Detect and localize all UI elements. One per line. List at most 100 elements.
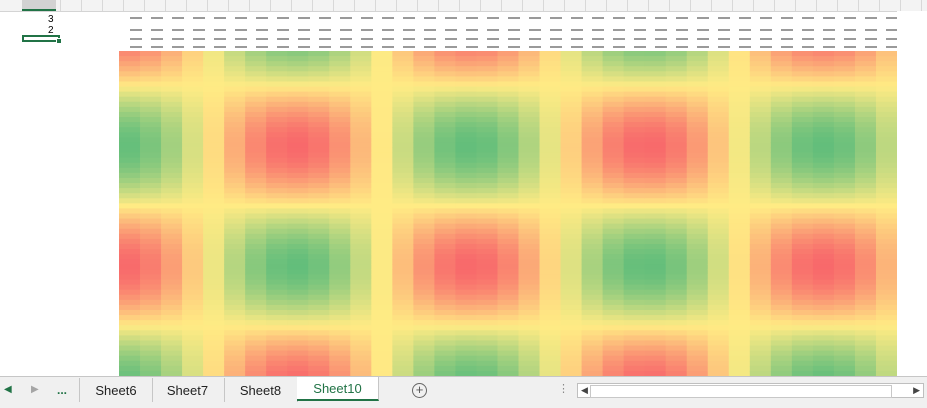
- horizontal-scrollbar[interactable]: ◀ ▶: [577, 383, 924, 398]
- heatmap-cell: [644, 117, 667, 123]
- heatmap-cell: [329, 56, 351, 62]
- heatmap-cell: [182, 335, 204, 342]
- heatmap-cell: [875, 203, 897, 210]
- heatmap-cell: [140, 152, 162, 159]
- sheet-tab[interactable]: Sheet7: [151, 378, 225, 402]
- heatmap-cell: [182, 284, 204, 291]
- heatmap-cell: [182, 152, 204, 159]
- cell-value: [340, 46, 352, 48]
- heatmap-cell: [749, 279, 772, 286]
- heatmap-cell: [224, 157, 246, 164]
- heatmap-cell: [665, 259, 688, 265]
- heatmap-cell: [392, 238, 414, 245]
- heatmap-cell: [455, 309, 478, 316]
- heatmap-cell: [329, 315, 351, 321]
- heatmap-cell: [833, 355, 856, 362]
- heatmap-cell: [791, 66, 814, 72]
- heatmap-cell: [287, 56, 309, 62]
- heatmap-cell: [770, 304, 793, 311]
- heatmap-cell: [791, 228, 814, 235]
- heatmap-cell: [770, 91, 793, 98]
- heatmap-cell: [161, 183, 183, 189]
- heatmap-cell: [602, 325, 625, 331]
- heatmap-cell: [434, 56, 457, 62]
- selected-column-header[interactable]: [22, 0, 56, 11]
- sheet-tab-active[interactable]: Sheet10: [297, 377, 379, 401]
- heatmap-cell: [224, 269, 246, 276]
- heatmap-cell: [203, 269, 225, 276]
- heatmap-cell: [476, 238, 499, 245]
- scroll-right-icon[interactable]: ▶: [913, 385, 920, 396]
- cell-value: [718, 17, 730, 19]
- heatmap-cell: [749, 340, 772, 347]
- heatmap-cell: [728, 137, 751, 144]
- heatmap-cell: [287, 243, 309, 250]
- sheet-tab[interactable]: Sheet8: [224, 378, 298, 402]
- heatmap-cell: [623, 330, 646, 336]
- cell-value: [235, 17, 247, 19]
- heatmap-cell: [812, 137, 835, 144]
- heatmap-cell: [287, 132, 309, 138]
- triangle-left-icon[interactable]: ◀: [4, 384, 12, 395]
- heatmap-cell: [371, 289, 393, 296]
- heatmap-cell: [686, 198, 709, 204]
- heatmap-cell: [623, 127, 646, 133]
- heatmap-cell: [287, 117, 309, 123]
- heatmap-cell: [371, 228, 393, 235]
- heatmap-cell: [539, 167, 562, 174]
- fill-handle[interactable]: [56, 38, 62, 44]
- heatmap-cell: [749, 96, 772, 103]
- heatmap-cell: [686, 183, 709, 189]
- sheet-tab[interactable]: Sheet6: [79, 378, 153, 402]
- cell-value: [172, 38, 184, 40]
- heatmap-cell: [497, 325, 520, 331]
- heatmap-cell: [287, 279, 309, 286]
- triangle-right-icon[interactable]: ▶: [31, 384, 39, 395]
- heatmap-cell: [434, 96, 457, 103]
- spreadsheet-grid[interactable]: 3 2: [0, 0, 927, 376]
- heatmap-cell: [245, 360, 267, 367]
- heatmap-cell: [623, 360, 646, 367]
- heatmap-cell: [560, 355, 583, 362]
- cell-value: [802, 29, 814, 31]
- heatmap-cell: [371, 249, 393, 255]
- heatmap-cell: [182, 147, 204, 154]
- heatmap-cell: [644, 66, 667, 72]
- column-header-row[interactable]: [0, 0, 927, 12]
- heatmap-cell: [875, 162, 897, 169]
- heatmap-cell: [140, 81, 162, 88]
- heatmap-cell: [497, 76, 520, 83]
- heatmap-cell: [707, 350, 730, 357]
- vertical-dots-icon[interactable]: ⋮: [558, 382, 569, 395]
- heatmap-cell: [476, 365, 499, 372]
- plus-circle-icon[interactable]: +: [412, 383, 427, 398]
- heatmap-cell: [812, 284, 835, 291]
- heatmap-cell: [707, 188, 730, 194]
- heatmap-cell: [623, 279, 646, 286]
- heatmap-cell: [812, 177, 835, 184]
- heatmap-cell: [203, 350, 225, 357]
- heatmap-cell: [665, 167, 688, 174]
- heatmap-cell: [434, 243, 457, 250]
- heatmap-cell: [770, 218, 793, 225]
- heatmap-cell: [455, 51, 478, 57]
- heatmap-cell: [623, 183, 646, 189]
- heatmap-cell: [182, 289, 204, 296]
- heatmap-cell: [266, 162, 288, 169]
- heatmap-cell: [119, 111, 141, 118]
- heatmap-cell: [581, 355, 604, 362]
- heatmap-cell: [518, 365, 541, 372]
- heatmap-cell: [833, 304, 856, 311]
- heatmap-cell: [770, 228, 793, 235]
- more-sheets-button[interactable]: ...: [57, 383, 67, 397]
- heatmap-cell: [665, 284, 688, 291]
- heatmap-cell: [749, 122, 772, 128]
- cell-value: [697, 17, 709, 19]
- heatmap-cell: [728, 147, 751, 154]
- heatmap-cell: [707, 269, 730, 276]
- heatmap-cell: [203, 264, 225, 270]
- scrollbar-thumb[interactable]: [590, 385, 892, 398]
- scroll-left-icon[interactable]: ◀: [581, 385, 588, 396]
- active-cell[interactable]: [22, 35, 62, 44]
- heatmap-cell: [371, 325, 393, 331]
